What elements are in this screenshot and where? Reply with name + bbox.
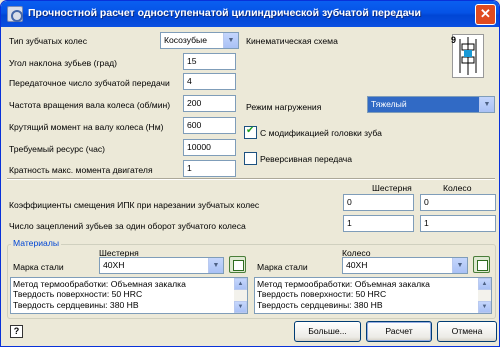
cancel-button[interactable]: Отмена (437, 321, 497, 342)
gear-type-label: Тип зубчатых колес (9, 36, 87, 46)
torque-input[interactable]: 600 (183, 117, 236, 134)
pinion-core-hardness: Твердость сердцевины: 380 HB (13, 299, 139, 310)
shift-wheel-header: Колесо (443, 183, 472, 193)
reversible-label[interactable]: Реверсивная передача (260, 154, 352, 164)
pinion-steel-label: Марка стали (13, 262, 64, 272)
close-button[interactable]: ✕ (475, 4, 496, 25)
chevron-down-icon[interactable]: ▼ (208, 258, 223, 273)
chevron-down-icon[interactable]: ▼ (223, 33, 238, 48)
shift-coef-wheel-input[interactable]: 0 (420, 194, 496, 211)
wheel-steel-label: Марка стали (257, 262, 308, 272)
speed-input[interactable]: 200 (183, 95, 236, 112)
pinion-info-scrollbar[interactable]: ▲ ▼ (234, 278, 247, 313)
title-bar[interactable]: Прочностной расчет одноступенчатой цилин… (1, 1, 499, 27)
scroll-up-icon[interactable]: ▲ (478, 278, 491, 290)
help-icon[interactable]: ? (10, 325, 23, 338)
max-torque-ratio-input[interactable]: 1 (183, 160, 236, 177)
scroll-down-icon[interactable]: ▼ (234, 301, 247, 313)
gear-type-value: Косозубые (164, 35, 207, 45)
kinematic-scheme-image[interactable]: 9 (451, 34, 484, 78)
gear-scheme-icon (459, 37, 477, 75)
helix-angle-label: Угол наклона зубьев (град) (9, 58, 117, 68)
wheel-info-scrollbar[interactable]: ▲ ▼ (478, 278, 491, 313)
pinion-steel-select[interactable]: 40ХН ▼ (99, 257, 224, 274)
life-input[interactable]: 10000 (183, 139, 236, 156)
wheel-heat-treatment: Метод термообработки: Объемная закалка (257, 279, 430, 289)
tip-modification-label[interactable]: С модификацией головки зуба (260, 128, 382, 138)
pinion-material-info[interactable]: Метод термообработки: Объемная закалка Т… (10, 277, 248, 314)
shift-pinion-header: Шестерня (372, 183, 412, 193)
app-gear-icon (7, 6, 23, 22)
max-torque-ratio-label: Кратность макс. момента двигателя (9, 165, 153, 175)
scheme-number: 9 (451, 35, 457, 45)
mesh-count-wheel-input[interactable]: 1 (420, 215, 496, 232)
gear-ratio-label: Передаточное число зубчатой передачи (9, 78, 170, 88)
load-mode-value: Тяжелый (371, 99, 407, 109)
window-title: Прочностной расчет одноступенчатой цилин… (28, 7, 421, 19)
wheel-steel-select[interactable]: 40ХН ▼ (342, 257, 468, 274)
separator (7, 178, 495, 180)
speed-label: Частота вращения вала колеса (об/мин) (9, 100, 171, 110)
life-label: Требуемый ресурс (час) (9, 144, 106, 154)
pinion-steel-edit-icon[interactable] (229, 256, 246, 273)
load-mode-label: Режим нагружения (246, 102, 322, 112)
gear-ratio-input[interactable]: 4 (183, 73, 236, 90)
more-button[interactable]: Больше... (294, 321, 361, 342)
materials-title: Материалы (11, 238, 62, 248)
torque-label: Крутящий момент на валу колеса (Нм) (9, 122, 164, 132)
pinion-surface-hardness: Твердость поверхности: 50 HRC (13, 289, 143, 300)
chevron-down-icon[interactable]: ▼ (452, 258, 467, 273)
dialog-window: Прочностной расчет одноступенчатой цилин… (0, 0, 500, 347)
load-mode-select[interactable]: Тяжелый ▼ (367, 96, 495, 113)
calculate-button[interactable]: Расчет (366, 321, 432, 342)
shift-coef-label: Коэффициенты смещения ИПК при нарезании … (9, 200, 260, 210)
scroll-down-icon[interactable]: ▼ (478, 301, 491, 313)
pinion-heat-treatment: Метод термообработки: Объемная закалка (13, 279, 186, 289)
scroll-up-icon[interactable]: ▲ (234, 278, 247, 290)
wheel-core-hardness: Твердость сердцевины: 380 HB (257, 299, 383, 310)
scheme-label: Кинематическая схема (246, 36, 338, 46)
wheel-steel-edit-icon[interactable] (473, 256, 490, 273)
helix-angle-input[interactable]: 15 (183, 53, 236, 70)
chevron-down-icon[interactable]: ▼ (479, 97, 494, 112)
wheel-material-info[interactable]: Метод термообработки: Объемная закалка Т… (254, 277, 492, 314)
reversible-checkbox[interactable] (244, 152, 257, 165)
mesh-count-label: Число зацеплений зубьев за один оборот з… (9, 221, 246, 231)
gear-type-select[interactable]: Косозубые ▼ (160, 32, 239, 49)
wheel-surface-hardness: Твердость поверхности: 50 HRC (257, 289, 387, 300)
pinion-steel-value: 40ХН (103, 260, 125, 270)
wheel-steel-value: 40ХН (346, 260, 368, 270)
shift-coef-pinion-input[interactable]: 0 (343, 194, 414, 211)
tip-modification-checkbox[interactable] (244, 125, 257, 139)
mesh-count-pinion-input[interactable]: 1 (343, 215, 414, 232)
